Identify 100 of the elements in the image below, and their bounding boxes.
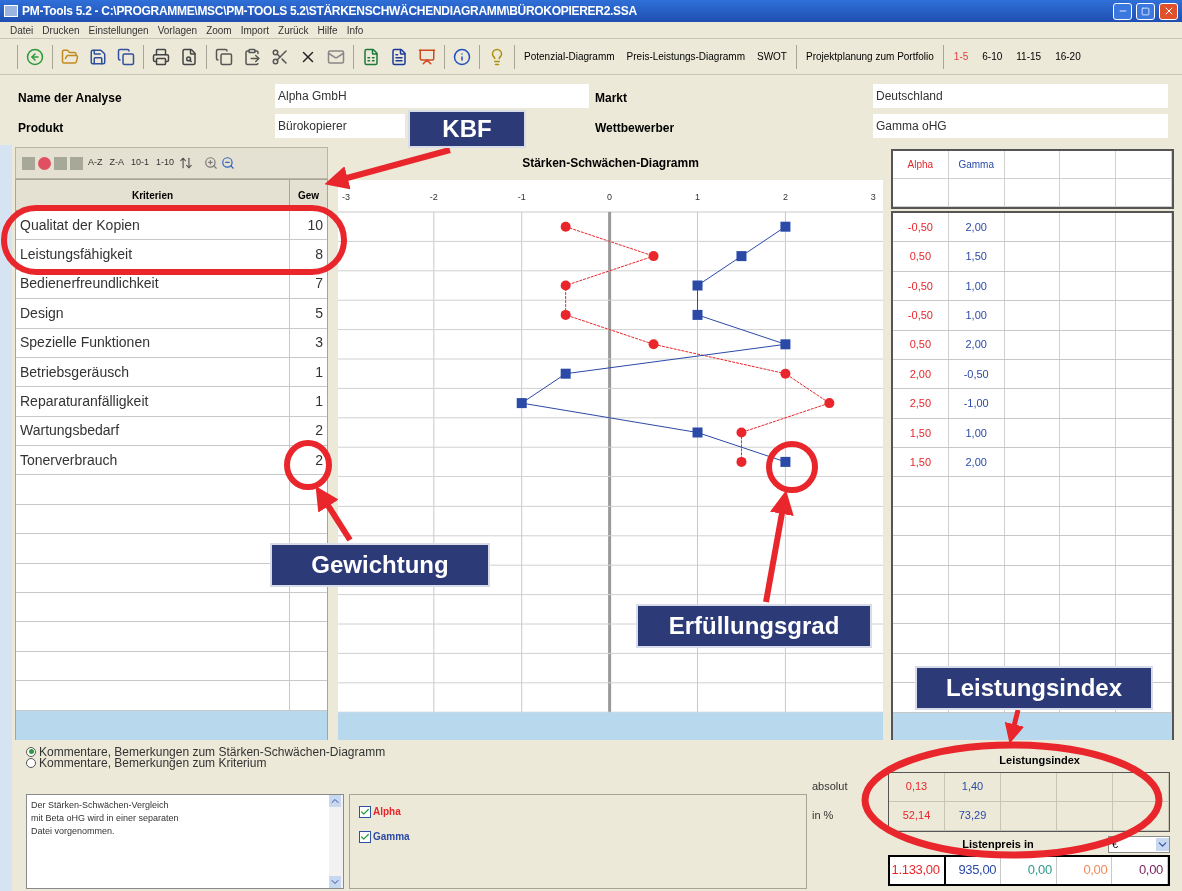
score-cell-text: 1,00 [965, 425, 987, 441]
legend-label[interactable]: Gamma [373, 829, 410, 844]
copy-icon[interactable] [215, 47, 233, 66]
zoom-in-icon[interactable] [204, 156, 219, 171]
selected-row[interactable] [893, 712, 1172, 740]
printer-icon[interactable] [152, 47, 170, 66]
menu-item[interactable]: Info [346, 22, 364, 38]
price-cell[interactable]: 0,00 [1027, 860, 1052, 880]
price-cell[interactable]: 1.133,00 [891, 860, 940, 880]
sort-button[interactable]: 10-1 [129, 156, 151, 170]
score-cell-text: 2,00 [965, 219, 987, 235]
spreadsheet-icon[interactable] [362, 47, 380, 66]
range-tab[interactable]: 6-10 [975, 49, 1010, 64]
minimize-button[interactable] [1113, 2, 1132, 20]
data-point [560, 368, 571, 379]
weight-cell[interactable]: 1 [290, 387, 327, 416]
criterion-cell[interactable]: Qualitat der Kopien [16, 210, 290, 240]
weight-cell[interactable]: 7 [290, 269, 327, 299]
score-cell-text: 1,50 [965, 249, 987, 265]
highlight-ellipse [766, 441, 818, 493]
text-field[interactable]: Deutschland [873, 84, 1168, 108]
data-point [780, 339, 791, 350]
info-icon[interactable] [453, 47, 471, 66]
close-button[interactable] [1159, 2, 1178, 20]
menu-item[interactable]: Zoom [206, 22, 232, 38]
weight-cell[interactable]: 1 [290, 357, 327, 387]
diagram-button[interactable]: Projektplanung zum Portfolio [799, 49, 940, 64]
menu-item[interactable]: Vorlagen [157, 22, 198, 38]
criterion-cell[interactable]: Tonerverbrauch [16, 446, 290, 475]
back-icon[interactable] [26, 47, 44, 66]
sort-button[interactable]: A-Z [86, 156, 105, 170]
axis-tick-label: 1 [695, 192, 701, 202]
legend-checkbox[interactable] [359, 830, 371, 843]
radio-button[interactable] [26, 757, 36, 768]
comment-text: Der Stärken-Schwächen-Vergleich [31, 799, 170, 812]
weight-cell[interactable]: 2 [290, 416, 327, 446]
menu-item[interactable]: Drucken [42, 22, 80, 38]
weight-cell[interactable]: 2 [290, 446, 327, 475]
score-cell-text: 2,00 [909, 366, 932, 382]
score-cell-text: -0,50 [963, 366, 989, 382]
weight-cell[interactable]: 5 [290, 299, 327, 328]
criterion-cell[interactable]: Wartungsbedarf [16, 416, 290, 446]
criterion-cell[interactable]: Spezielle Funktionen [16, 328, 290, 357]
score-column-header: Gamma [958, 158, 994, 172]
score-cell-text: -1,00 [963, 396, 989, 412]
diagram-button[interactable]: Preis-Leistungs-Diagramm [620, 49, 751, 64]
comment-text: Datei vorgenommen. [31, 825, 116, 838]
save-icon[interactable] [89, 47, 107, 66]
criterion-cell[interactable]: Design [16, 299, 290, 328]
table-cell [1004, 179, 1061, 207]
weight-cell[interactable]: 3 [290, 328, 327, 357]
cut-icon[interactable] [271, 47, 289, 66]
data-point [780, 221, 791, 232]
radio-label[interactable]: Kommentare, Bemerkungen zum Stärken-Schwächen-Diagramm [39, 745, 386, 758]
text-field[interactable]: Alpha GmbH [275, 84, 589, 108]
menu-item[interactable]: Hilfe [317, 22, 338, 38]
sort-icon[interactable] [179, 156, 194, 171]
callout-label: Gewichtung [270, 543, 490, 587]
text-field[interactable]: Gamma oHG [873, 114, 1168, 138]
range-tab[interactable]: 16-20 [1048, 49, 1088, 64]
criterion-cell[interactable]: Bedienerfreundlichkeit [16, 269, 290, 299]
menu-item[interactable]: Import [240, 22, 270, 38]
legend-checkbox[interactable] [359, 805, 371, 818]
arrow [1004, 709, 1025, 744]
data-point [736, 427, 747, 438]
sort-button[interactable]: Z-A [107, 156, 126, 170]
menu-item[interactable]: Datei [10, 22, 34, 38]
range-tab[interactable]: 1-5 [946, 49, 976, 64]
criterion-cell[interactable]: Betriebsgeräusch [16, 357, 290, 387]
text-field[interactable]: Bürokopierer [275, 114, 405, 138]
criterion-cell[interactable]: Leistungsfähigkeit [16, 240, 290, 269]
axis-tick-label: -1 [517, 192, 526, 202]
index-title: Leistungsindex [999, 753, 1080, 768]
sort-button[interactable]: 1-10 [154, 156, 177, 170]
price-cell[interactable]: 0,00 [1138, 860, 1163, 880]
column-header: Kriterien [16, 180, 290, 210]
maximize-button[interactable] [1136, 2, 1155, 20]
zoom-out-icon[interactable] [221, 156, 236, 171]
data-point [692, 280, 703, 291]
presentation-icon[interactable] [418, 47, 436, 66]
diagram-button[interactable]: SWOT [750, 49, 793, 64]
price-cell[interactable]: 935,00 [958, 860, 997, 880]
score-cell-text: 1,00 [965, 278, 987, 294]
score-cell-text: -0,50 [907, 308, 933, 324]
criterion-cell[interactable]: Reparaturanfälligkeit [16, 387, 290, 416]
table-cell [1060, 151, 1117, 179]
paste-icon[interactable] [243, 47, 261, 66]
menu-item[interactable]: Zurück [278, 22, 309, 38]
weight-cell[interactable]: 8 [290, 240, 327, 269]
range-tab[interactable]: 11-15 [1009, 49, 1049, 64]
diagram-button[interactable]: Potenzial-Diagramm [518, 49, 621, 64]
legend-label[interactable]: Alpha [373, 804, 401, 819]
mail-icon[interactable] [327, 47, 345, 66]
menu-item[interactable]: Einstellungen [88, 22, 149, 38]
document-icon[interactable] [390, 47, 408, 66]
radio-button[interactable] [26, 746, 36, 757]
data-point [692, 427, 703, 438]
data-point [736, 456, 747, 467]
preview-icon[interactable] [180, 47, 198, 66]
weight-cell[interactable]: 10 [290, 210, 327, 240]
